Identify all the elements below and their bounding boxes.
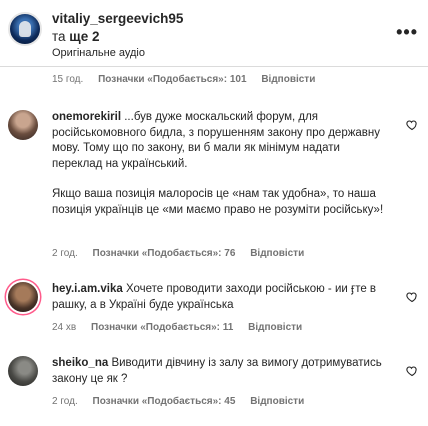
likes-count[interactable]: Позначки «Подобається»: 76 <box>93 248 236 259</box>
avatar[interactable] <box>8 282 38 312</box>
comment-body-2: Якщо ваша позиція малоросів це «нам так … <box>52 188 384 216</box>
comment-meta: 15 год. Позначки «Подобається»: 101 Відп… <box>52 74 327 85</box>
comment-time: 24 хв <box>52 322 77 333</box>
audio-label[interactable]: Оригінальне аудіо <box>52 47 145 59</box>
heart-icon[interactable] <box>406 290 418 303</box>
reply-button[interactable]: Відповісти <box>250 248 304 259</box>
divider <box>0 66 428 67</box>
comment-time: 2 год. <box>52 248 78 259</box>
reply-button[interactable]: Відповісти <box>250 396 304 407</box>
collaborators-text[interactable]: та ще 2 <box>52 29 99 44</box>
reply-button[interactable]: Відповісти <box>248 322 302 333</box>
heart-icon[interactable] <box>406 118 418 131</box>
reply-button[interactable]: Відповісти <box>261 74 315 85</box>
comment-username[interactable]: onemorekiril <box>52 111 121 123</box>
comment-time: 15 год. <box>52 74 84 85</box>
avatar[interactable] <box>8 110 38 140</box>
likes-count[interactable]: Позначки «Подобається»: 45 <box>93 396 236 407</box>
heart-icon[interactable] <box>406 364 418 377</box>
likes-count[interactable]: Позначки «Подобається»: 101 <box>98 74 246 85</box>
post-header: vitaliy_sergeevich95 та ще 2 Оригінальне… <box>0 0 428 62</box>
comment-text: sheiko_na Виводити дівчину із залу за ви… <box>52 356 392 387</box>
post-username[interactable]: vitaliy_sergeevich95 <box>52 11 183 26</box>
comment-username[interactable]: hey.i.am.vika <box>52 283 123 295</box>
comment-time: 2 год. <box>52 396 78 407</box>
comment-meta: 2 год. Позначки «Подобається»: 45 Відпов… <box>52 396 316 407</box>
avatar[interactable] <box>8 12 42 46</box>
likes-count[interactable]: Позначки «Подобається»: 11 <box>91 322 233 333</box>
comment-text: onemorekiril ...був дуже москальский фор… <box>52 110 392 218</box>
avatar[interactable] <box>8 356 38 386</box>
comment-username[interactable]: sheiko_na <box>52 357 108 369</box>
comment-text: hey.i.am.vika Хочете проводити заходи ро… <box>52 282 392 313</box>
comment-meta: 24 хв Позначки «Подобається»: 11 Відпові… <box>52 322 314 333</box>
comment-meta: 2 год. Позначки «Подобається»: 76 Відпов… <box>52 248 316 259</box>
more-options-icon[interactable]: ••• <box>396 22 418 43</box>
